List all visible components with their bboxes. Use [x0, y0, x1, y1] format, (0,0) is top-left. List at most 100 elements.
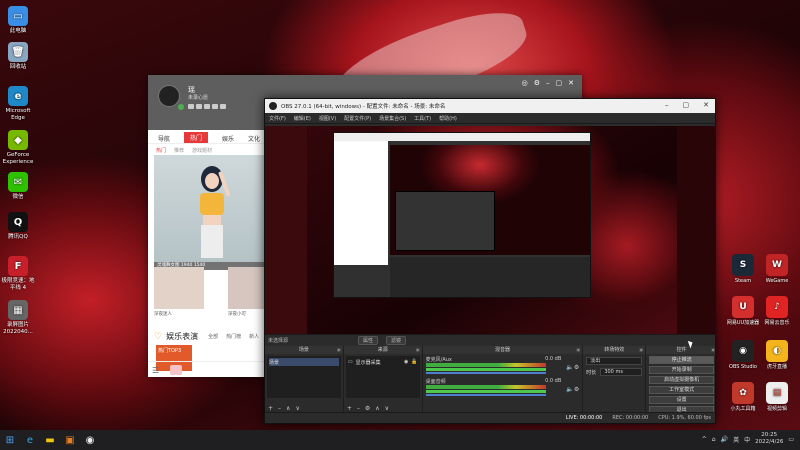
- section-tag-all[interactable]: 全部: [208, 333, 218, 340]
- desktop-icon-right-4[interactable]: ◉ OBS Studio: [726, 340, 760, 370]
- filters-button[interactable]: 滤镜: [386, 336, 407, 345]
- avatar[interactable]: [158, 85, 180, 107]
- menu-profile[interactable]: 配置文件(P): [344, 115, 371, 122]
- desktop-icon-right-5[interactable]: ◐ 虎牙直播: [760, 340, 794, 370]
- sources-dock: 来源 ▭ 显示器采集 ◉ 🔓 + – ⚙ ∧ ∨: [343, 346, 422, 414]
- gear-icon[interactable]: ⚙: [365, 405, 370, 412]
- menu-view[interactable]: 视图(V): [319, 115, 336, 122]
- add-icon[interactable]: +: [347, 405, 352, 412]
- menu-edit[interactable]: 编辑(E): [294, 115, 311, 122]
- maximize-icon[interactable]: ▢: [556, 79, 563, 87]
- menu-file[interactable]: 文件(F): [269, 115, 286, 122]
- desktop-icon-right-3[interactable]: ♪ 网易云音乐: [760, 296, 794, 326]
- add-icon[interactable]: +: [268, 405, 273, 412]
- desktop-icon-label: 极限竞速：地平线 4: [1, 278, 35, 291]
- speaker-icon[interactable]: 🔈: [566, 364, 573, 371]
- volume-slider[interactable]: [425, 394, 546, 396]
- start-button[interactable]: ⊞: [0, 430, 20, 450]
- close-icon[interactable]: ✕: [703, 101, 709, 109]
- source-toolbar: 未选择源 属性 滤镜: [265, 334, 715, 346]
- transition-select[interactable]: 淡出: [586, 357, 643, 365]
- gear-icon[interactable]: ⚙: [574, 364, 579, 371]
- network-icon[interactable]: ⌂: [712, 436, 716, 443]
- speaker-icon[interactable]: 🔈: [566, 386, 573, 393]
- menu-tools[interactable]: 工具(T): [414, 115, 431, 122]
- stop-stream-button[interactable]: 停止推流: [649, 356, 714, 364]
- gear-icon[interactable]: ⚙: [574, 386, 579, 393]
- desktop-icon-5[interactable]: Q 腾讯QQ: [0, 212, 36, 241]
- file-explorer-icon[interactable]: ▬: [40, 430, 60, 450]
- desktop-icon-right-7[interactable]: ▤ 视频剪辑: [760, 382, 794, 412]
- desktop-icon-2[interactable]: e Microsoft Edge: [0, 86, 36, 122]
- move-down-icon[interactable]: ∨: [385, 405, 389, 412]
- ime-zh[interactable]: 中: [744, 435, 750, 444]
- close-icon[interactable]: ✕: [568, 79, 574, 87]
- thumb-1[interactable]: [154, 267, 204, 309]
- desktop-icon-0[interactable]: ▭ 此电脑: [0, 6, 36, 35]
- volume-slider[interactable]: [425, 372, 546, 374]
- transitions-dock: 转场特效 淡出 时长 300 ms: [583, 346, 646, 414]
- desktop-icon-right-1[interactable]: W WeGame: [760, 254, 794, 284]
- desktop-icon-label: 腾讯QQ: [8, 234, 28, 240]
- obs-taskbar-icon[interactable]: ◉: [80, 430, 100, 450]
- desktop-icon-1[interactable]: 🗑 回收站: [0, 42, 36, 71]
- section-tag-hot[interactable]: 热门榜: [226, 333, 241, 340]
- desktop-icon-label: OBS Studio: [729, 364, 757, 370]
- section-tag-new[interactable]: 新人: [249, 333, 259, 340]
- subtab-hot[interactable]: 热门: [156, 147, 166, 154]
- clock[interactable]: 20:25 2022/4/26: [755, 432, 783, 446]
- tab-hot[interactable]: 热门: [184, 132, 209, 143]
- subtab-recommend[interactable]: 推荐: [174, 147, 184, 154]
- app-icon: Q: [8, 212, 28, 232]
- start-virtualcam-button[interactable]: 启动虚拟摄像机: [649, 376, 714, 384]
- desktop-icon-4[interactable]: ✉ 微信: [0, 172, 36, 201]
- ime-en[interactable]: 英: [733, 435, 739, 444]
- notification-icon[interactable]: ▭: [788, 436, 794, 443]
- featured-cover[interactable]: [154, 155, 264, 262]
- window-controls: ◎ ⚙ – ▢ ✕: [522, 79, 574, 87]
- app-taskbar-icon[interactable]: ▣: [60, 430, 80, 450]
- volume-icon[interactable]: 🔊: [721, 436, 728, 443]
- properties-button[interactable]: 属性: [358, 336, 379, 345]
- maximize-icon[interactable]: ▢: [683, 101, 690, 109]
- player-icon[interactable]: [170, 365, 182, 375]
- menu-scene-collection[interactable]: 场景集合(S): [379, 115, 406, 122]
- menu-icon[interactable]: ☰: [152, 366, 159, 375]
- remove-icon[interactable]: –: [278, 405, 281, 412]
- edge-taskbar-icon[interactable]: e: [20, 430, 40, 450]
- desktop-icon-label: 回收站: [9, 64, 27, 70]
- move-down-icon[interactable]: ∨: [295, 405, 299, 412]
- desktop-icon-7[interactable]: ▦ 录屏图片 2022040...: [0, 300, 36, 336]
- scene-item[interactable]: 场景: [269, 358, 339, 366]
- desktop-icon-right-0[interactable]: S Steam: [726, 254, 760, 284]
- desktop-icon-right-2[interactable]: U 网易UU加速器: [726, 296, 760, 326]
- remove-icon[interactable]: –: [357, 405, 360, 412]
- tab-culture[interactable]: 文化: [248, 134, 260, 143]
- skin-icon[interactable]: ◎: [522, 79, 528, 87]
- desktop-icon-right-6[interactable]: ✿ 小丸工具箱: [726, 382, 760, 412]
- tab-nav[interactable]: 导航: [158, 134, 170, 143]
- minimize-icon[interactable]: –: [546, 79, 550, 87]
- source-item[interactable]: ▭ 显示器采集 ◉ 🔓: [348, 358, 418, 366]
- desktop-icon-3[interactable]: ◆ GeForce Experience: [0, 130, 36, 166]
- duration-input[interactable]: 300 ms: [600, 368, 643, 376]
- eye-icon[interactable]: ◉: [404, 359, 408, 365]
- desktop-icon-6[interactable]: F 极限竞速：地平线 4: [0, 256, 36, 292]
- scenes-title: 场景: [265, 346, 343, 354]
- move-up-icon[interactable]: ∧: [375, 405, 379, 412]
- app-icon: ▦: [8, 300, 28, 320]
- app-icon: ◆: [8, 130, 28, 150]
- settings-button[interactable]: 设置: [649, 396, 714, 404]
- minimize-icon[interactable]: –: [665, 101, 669, 109]
- menu-help[interactable]: 帮助(H): [439, 115, 457, 122]
- tray-expand-icon[interactable]: ^: [702, 436, 707, 443]
- subtab-game[interactable]: 游戏题材: [192, 147, 212, 154]
- move-up-icon[interactable]: ∧: [286, 405, 290, 412]
- start-recording-button[interactable]: 开始录制: [649, 366, 714, 374]
- tab-entertainment[interactable]: 娱乐: [222, 134, 234, 143]
- settings-icon[interactable]: ⚙: [534, 79, 540, 87]
- studio-mode-button[interactable]: 工作室模式: [649, 386, 714, 394]
- obs-window[interactable]: OBS 27.0.1 (64-bit, windows) - 配置文件: 未命名…: [264, 98, 716, 424]
- mixer-track-desktop: 桌面音频 0.0 dB 🔈⚙: [425, 378, 579, 398]
- lock-icon[interactable]: 🔓: [411, 359, 417, 365]
